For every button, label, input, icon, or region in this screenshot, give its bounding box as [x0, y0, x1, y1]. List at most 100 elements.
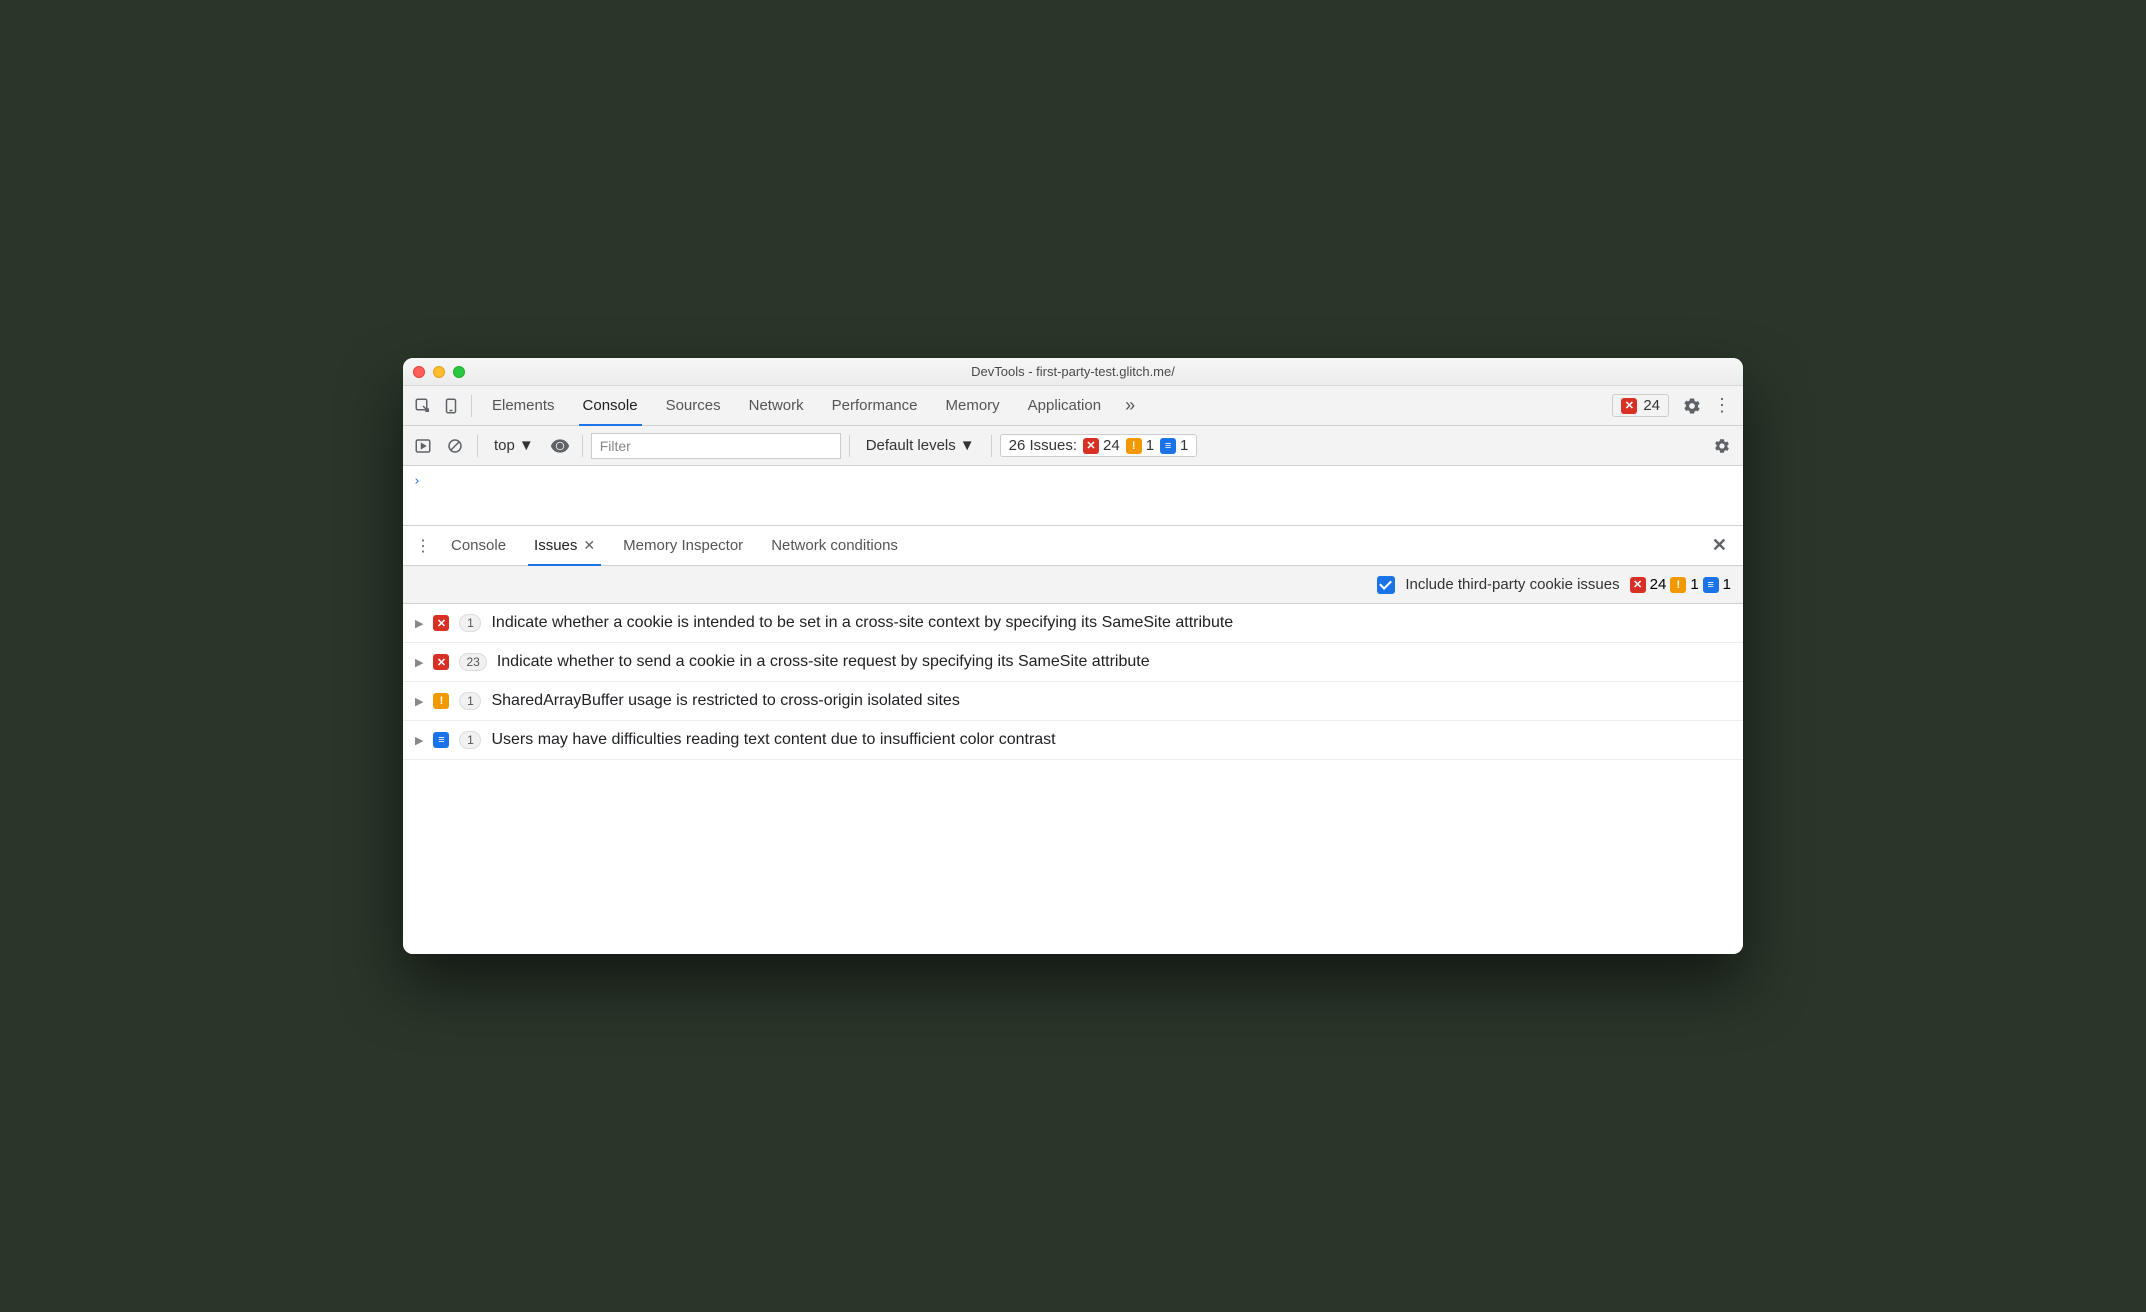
zoom-window-button[interactable] — [453, 366, 465, 378]
tab-memory[interactable]: Memory — [932, 386, 1014, 425]
error-icon: ✕ — [433, 615, 449, 631]
warning-count: 1 — [1146, 437, 1154, 454]
issue-title: Indicate whether a cookie is intended to… — [491, 614, 1731, 632]
issue-row[interactable]: ▶ ! 1 SharedArrayBuffer usage is restric… — [403, 682, 1743, 721]
tab-sources[interactable]: Sources — [652, 386, 735, 425]
tab-label: Sources — [666, 397, 721, 414]
info-icon: ≡ — [433, 732, 449, 748]
console-prompt: › — [413, 474, 421, 489]
tab-label: Elements — [492, 397, 555, 414]
tab-label: Console — [451, 537, 506, 554]
console-toolbar: top ▼ Default levels ▼ 26 Issues: ✕24 !1… — [403, 426, 1743, 466]
tab-label: Console — [583, 397, 638, 414]
kebab-menu-icon[interactable]: ⋮ — [1707, 395, 1737, 416]
error-count: 24 — [1103, 437, 1120, 454]
tab-label: Network — [749, 397, 804, 414]
separator — [991, 435, 992, 457]
close-window-button[interactable] — [413, 366, 425, 378]
drawer-kebab-icon[interactable]: ⋮ — [409, 536, 437, 556]
error-count: 24 — [1650, 576, 1667, 593]
tab-application[interactable]: Application — [1014, 386, 1115, 425]
issue-title: SharedArrayBuffer usage is restricted to… — [491, 692, 1731, 710]
close-drawer-icon[interactable]: ✕ — [1702, 535, 1737, 556]
checkbox-label: Include third-party cookie issues — [1405, 576, 1619, 593]
error-icon: ✕ — [1621, 398, 1637, 414]
devtools-window: DevTools - first-party-test.glitch.me/ E… — [403, 358, 1743, 954]
issues-summary-label: 26 Issues: — [1009, 437, 1077, 454]
main-tab-strip: Elements Console Sources Network Perform… — [403, 386, 1743, 426]
minimize-window-button[interactable] — [433, 366, 445, 378]
device-toolbar-icon[interactable] — [437, 392, 465, 420]
include-third-party-checkbox[interactable] — [1377, 576, 1395, 594]
console-body[interactable]: › — [403, 466, 1743, 526]
error-icon: ✕ — [433, 654, 449, 670]
info-count: 1 — [1180, 437, 1188, 454]
window-title: DevTools - first-party-test.glitch.me/ — [403, 364, 1743, 379]
error-icon: ✕ — [1083, 438, 1099, 454]
filter-input[interactable] — [591, 433, 841, 459]
context-label: top — [494, 437, 515, 454]
tab-label: Application — [1028, 397, 1101, 414]
drawer-tab-console[interactable]: Console — [437, 526, 520, 565]
log-levels-selector[interactable]: Default levels ▼ — [858, 437, 983, 454]
issue-row[interactable]: ▶ ✕ 1 Indicate whether a cookie is inten… — [403, 604, 1743, 643]
issues-filter-counts: ✕24 !1 ≡1 — [1630, 576, 1731, 593]
tab-label: Memory — [946, 397, 1000, 414]
issue-count: 1 — [459, 731, 481, 749]
traffic-lights — [413, 366, 465, 378]
disclosure-icon: ▶ — [415, 617, 423, 630]
close-tab-icon[interactable]: ✕ — [583, 537, 595, 554]
tab-console[interactable]: Console — [569, 386, 652, 425]
drawer-tab-issues[interactable]: Issues ✕ — [520, 526, 609, 565]
tab-label: Network conditions — [771, 537, 898, 554]
issue-title: Indicate whether to send a cookie in a c… — [497, 653, 1731, 671]
drawer-tab-strip: ⋮ Console Issues ✕ Memory Inspector Netw… — [403, 526, 1743, 566]
disclosure-icon: ▶ — [415, 656, 423, 669]
tab-label: Memory Inspector — [623, 537, 743, 554]
issue-title: Users may have difficulties reading text… — [491, 731, 1731, 749]
more-tabs-button[interactable]: » — [1115, 395, 1145, 416]
issues-list: ▶ ✕ 1 Indicate whether a cookie is inten… — [403, 604, 1743, 954]
separator — [582, 435, 583, 457]
live-expression-icon[interactable] — [546, 432, 574, 460]
warning-icon: ! — [433, 693, 449, 709]
console-settings-icon[interactable] — [1707, 437, 1737, 455]
disclosure-icon: ▶ — [415, 734, 423, 747]
disclosure-icon: ▶ — [415, 695, 423, 708]
drawer-tab-memory-inspector[interactable]: Memory Inspector — [609, 526, 757, 565]
context-selector[interactable]: top ▼ — [486, 435, 542, 456]
issue-row[interactable]: ▶ ✕ 23 Indicate whether to send a cookie… — [403, 643, 1743, 682]
info-count: 1 — [1723, 576, 1731, 593]
settings-gear-icon[interactable] — [1677, 396, 1707, 416]
clear-console-icon[interactable] — [441, 432, 469, 460]
error-count: 24 — [1643, 397, 1660, 414]
warning-count: 1 — [1690, 576, 1698, 593]
tab-label: Issues — [534, 537, 577, 554]
info-icon: ≡ — [1160, 438, 1176, 454]
top-error-badge[interactable]: ✕ 24 — [1612, 394, 1669, 417]
issue-count: 1 — [459, 614, 481, 632]
titlebar: DevTools - first-party-test.glitch.me/ — [403, 358, 1743, 386]
warning-chip[interactable]: !1 — [1670, 576, 1698, 593]
separator — [477, 435, 478, 457]
separator — [471, 395, 472, 417]
issues-summary[interactable]: 26 Issues: ✕24 !1 ≡1 — [1000, 434, 1198, 457]
levels-label: Default levels — [866, 437, 956, 454]
issue-row[interactable]: ▶ ≡ 1 Users may have difficulties readin… — [403, 721, 1743, 760]
warning-icon: ! — [1670, 577, 1686, 593]
info-chip[interactable]: ≡1 — [1703, 576, 1731, 593]
warning-icon: ! — [1126, 438, 1142, 454]
separator — [849, 435, 850, 457]
error-chip[interactable]: ✕24 — [1630, 576, 1667, 593]
chevron-down-icon: ▼ — [960, 437, 975, 454]
issues-filter-bar: Include third-party cookie issues ✕24 !1… — [403, 566, 1743, 604]
info-icon: ≡ — [1703, 577, 1719, 593]
drawer-tab-network-conditions[interactable]: Network conditions — [757, 526, 912, 565]
error-icon: ✕ — [1630, 577, 1646, 593]
inspect-icon[interactable] — [409, 392, 437, 420]
tab-performance[interactable]: Performance — [818, 386, 932, 425]
tab-label: Performance — [832, 397, 918, 414]
tab-network[interactable]: Network — [735, 386, 818, 425]
toggle-sidebar-icon[interactable] — [409, 432, 437, 460]
tab-elements[interactable]: Elements — [478, 386, 569, 425]
